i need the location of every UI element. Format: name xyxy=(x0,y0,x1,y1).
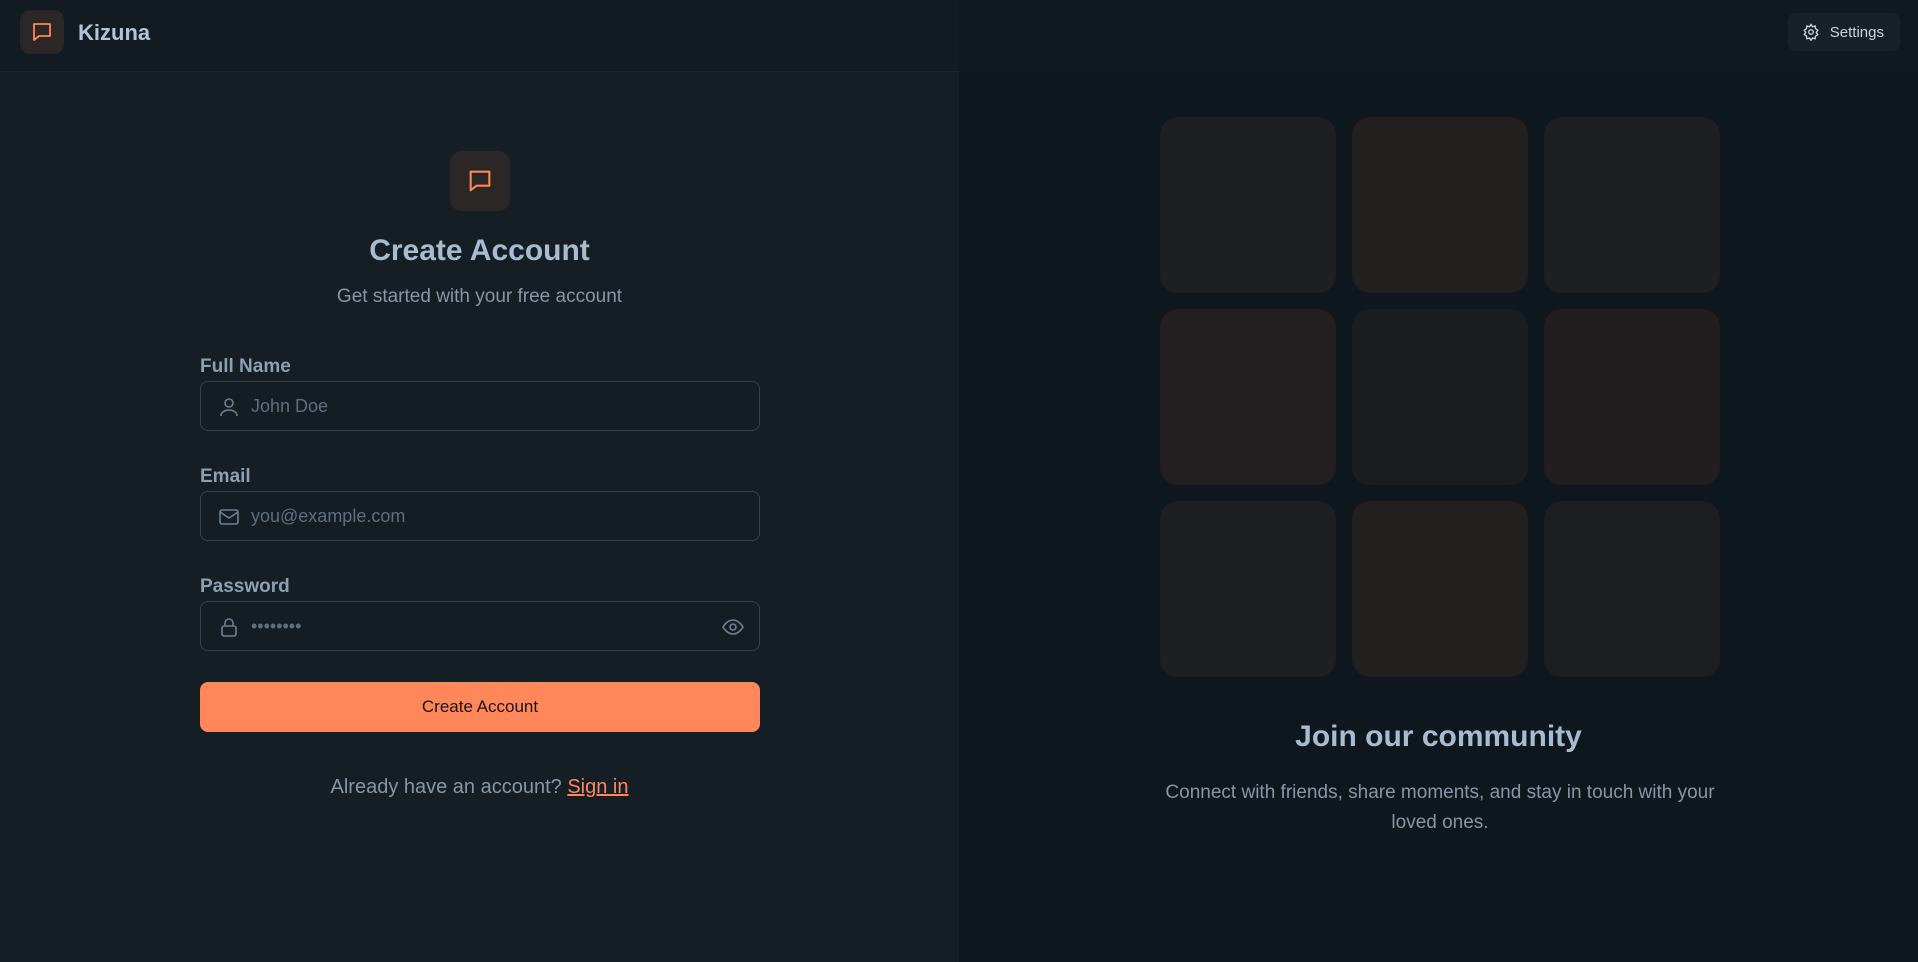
image-placeholder-tile xyxy=(1160,501,1336,677)
image-placeholder-tile xyxy=(1352,117,1528,293)
chat-bubble-icon xyxy=(33,23,51,41)
image-placeholder-tile xyxy=(1160,309,1336,485)
image-placeholder-tile xyxy=(1352,501,1528,677)
brand-name: Kizuna xyxy=(78,20,151,45)
signin-link[interactable]: Sign in xyxy=(567,776,628,798)
page-subtitle: Get started with your free account xyxy=(336,286,623,307)
page-title: Create Account xyxy=(369,234,590,267)
create-account-button[interactable]: Create Account xyxy=(200,682,760,732)
full-name-input[interactable] xyxy=(251,382,691,430)
form-logo xyxy=(450,151,510,211)
form-panel xyxy=(0,0,959,962)
chat-bubble-icon xyxy=(469,170,491,192)
logo[interactable] xyxy=(20,10,64,54)
email-input[interactable] xyxy=(251,492,691,540)
mail-icon xyxy=(219,509,239,525)
email-field[interactable] xyxy=(200,491,760,541)
full-name-field[interactable] xyxy=(200,381,760,431)
settings-button[interactable]: Settings xyxy=(1787,13,1900,51)
image-grid xyxy=(1160,117,1720,677)
promo-text: Connect with friends, share moments, and… xyxy=(1165,782,1715,833)
lock-icon xyxy=(221,618,237,637)
image-placeholder-tile xyxy=(1544,309,1720,485)
signin-prompt-text: Already have an account? xyxy=(330,776,562,798)
image-placeholder-tile xyxy=(1544,117,1720,293)
top-bar: Kizuna Settings xyxy=(0,0,1918,72)
password-input[interactable] xyxy=(251,602,691,650)
full-name-label: Full Name xyxy=(200,356,291,377)
image-placeholder-tile xyxy=(1544,501,1720,677)
password-field[interactable] xyxy=(200,601,760,651)
user-icon xyxy=(220,398,238,417)
email-label: Email xyxy=(200,466,251,487)
promo-title: Join our community xyxy=(1295,720,1582,753)
settings-label: Settings xyxy=(1829,23,1884,41)
image-placeholder-tile xyxy=(1160,117,1336,293)
gear-icon xyxy=(1803,23,1819,41)
password-label: Password xyxy=(200,576,290,597)
signin-prompt: Already have an account? Sign in xyxy=(0,776,959,799)
image-placeholder-tile xyxy=(1352,309,1528,485)
eye-icon[interactable] xyxy=(721,615,745,639)
